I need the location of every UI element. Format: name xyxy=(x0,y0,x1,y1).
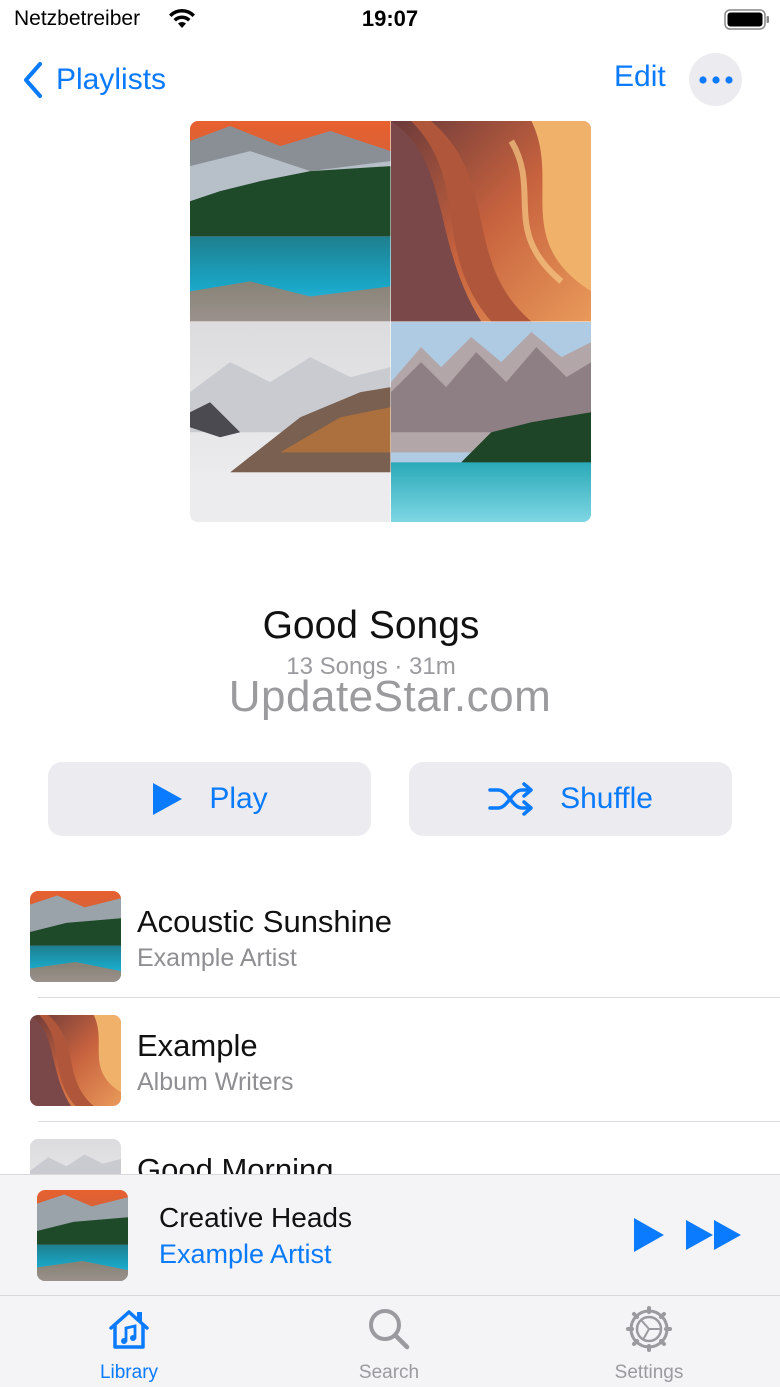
mountain-lake-image xyxy=(390,321,591,522)
lake-forest-thumbnail xyxy=(30,891,121,982)
song-row[interactable]: Good Morning xyxy=(0,1122,780,1174)
watermark: UpdateStar.com xyxy=(228,672,552,721)
lake-forest-thumbnail xyxy=(37,1190,128,1281)
fast-forward-icon[interactable] xyxy=(684,1217,744,1253)
back-button[interactable]: Playlists xyxy=(22,58,166,102)
play-button[interactable]: Play xyxy=(48,762,371,836)
status-bar: Netzbetreiber 19:07 xyxy=(0,0,780,44)
song-title: Acoustic Sunshine xyxy=(137,904,393,939)
now-playing-title: Creative Heads xyxy=(159,1202,352,1233)
song-title: Good Morning xyxy=(137,1152,334,1174)
gear-icon xyxy=(626,1306,672,1352)
battery-icon xyxy=(724,9,769,30)
tab-label: Settings xyxy=(614,1362,684,1383)
ellipsis-icon xyxy=(698,75,733,84)
song-artwork xyxy=(30,1015,121,1106)
search-icon xyxy=(369,1309,410,1350)
lake-forest-image xyxy=(190,121,391,322)
play-icon[interactable] xyxy=(628,1215,668,1255)
tab-label: Library xyxy=(99,1362,159,1383)
song-artwork xyxy=(30,891,121,982)
song-title: Example xyxy=(137,1028,258,1063)
canyon-image xyxy=(390,121,591,322)
playlist-artwork xyxy=(190,121,591,522)
edit-button[interactable]: Edit xyxy=(614,60,666,94)
song-list: Acoustic Sunshine Example Artist Example… xyxy=(0,874,780,1174)
now-playing-artwork xyxy=(37,1190,128,1281)
shuffle-button-label: Shuffle xyxy=(560,782,653,815)
misty-mountains-thumbnail xyxy=(30,1139,121,1174)
tab-label: Search xyxy=(358,1362,420,1383)
back-button-label: Playlists xyxy=(56,63,167,96)
tab-search[interactable]: Search xyxy=(309,1296,469,1387)
shuffle-button[interactable]: Shuffle xyxy=(409,762,732,836)
more-button[interactable] xyxy=(689,53,742,106)
now-playing-artist[interactable]: Example Artist xyxy=(159,1239,332,1270)
song-artwork xyxy=(30,1139,121,1174)
song-artist: Example Artist xyxy=(137,944,297,972)
play-button-label: Play xyxy=(209,782,268,815)
clock: 19:07 xyxy=(361,6,419,31)
playlist-title: Good Songs xyxy=(262,604,480,647)
song-artist: Album Writers xyxy=(137,1068,294,1096)
chevron-left-icon xyxy=(24,62,42,98)
library-icon xyxy=(109,1310,149,1349)
tab-bar: Library Search Settings xyxy=(0,1295,780,1387)
tab-library[interactable]: Library xyxy=(49,1296,209,1387)
mini-player[interactable]: Creative Heads Example Artist xyxy=(0,1174,780,1295)
song-row[interactable]: Acoustic Sunshine Example Artist xyxy=(0,874,780,998)
canyon-thumbnail xyxy=(30,1015,121,1106)
song-row[interactable]: Example Album Writers xyxy=(0,998,780,1122)
misty-mountains-image xyxy=(190,321,391,522)
tab-settings[interactable]: Settings xyxy=(569,1296,729,1387)
play-icon xyxy=(153,783,183,815)
shuffle-icon xyxy=(488,782,533,816)
